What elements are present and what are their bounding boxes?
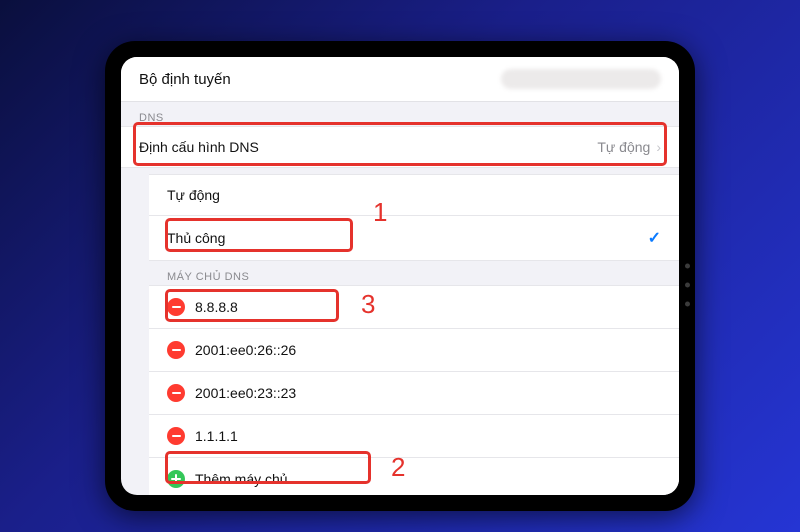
mode-auto-label: Tự động [167,187,220,203]
mode-manual-row[interactable]: Thủ công ✓ [149,215,679,261]
dns-config-value: Tự động [597,139,650,155]
mode-auto-row[interactable]: Tự động [149,174,679,215]
delete-icon[interactable] [167,427,185,445]
router-row[interactable]: Bộ định tuyến [121,57,679,102]
settings-screen: Bộ định tuyến DNS Định cấu hình DNS Tự đ… [121,57,679,495]
tablet-side-buttons [683,264,691,307]
server-row[interactable]: 8.8.8.8 [149,285,679,328]
server-value: 8.8.8.8 [195,299,238,315]
checkmark-icon: ✓ [648,228,661,248]
dns-detail-area: Tự động Thủ công ✓ MÁY CHỦ DNS 8.8.8.8 2… [149,168,679,495]
add-server-label: Thêm máy chủ [195,471,288,487]
delete-icon[interactable] [167,298,185,316]
dns-config-row[interactable]: Định cấu hình DNS Tự động › [121,126,679,168]
dns-section-label: DNS [121,102,679,126]
server-row[interactable]: 1.1.1.1 [149,414,679,457]
mode-manual-label: Thủ công [167,230,225,246]
router-label: Bộ định tuyến [139,71,231,88]
dns-config-label: Định cấu hình DNS [139,139,259,155]
add-icon[interactable] [167,470,185,488]
delete-icon[interactable] [167,384,185,402]
server-value: 2001:ee0:23::23 [195,385,296,401]
tablet-frame: Bộ định tuyến DNS Định cấu hình DNS Tự đ… [105,41,695,511]
server-value: 1.1.1.1 [195,428,238,444]
server-row[interactable]: 2001:ee0:23::23 [149,371,679,414]
server-value: 2001:ee0:26::26 [195,342,296,358]
server-row[interactable]: 2001:ee0:26::26 [149,328,679,371]
delete-icon[interactable] [167,341,185,359]
add-server-row[interactable]: Thêm máy chủ [149,457,679,495]
obscured-value [501,69,661,89]
servers-section-label: MÁY CHỦ DNS [149,261,679,285]
chevron-right-icon: › [656,139,661,155]
